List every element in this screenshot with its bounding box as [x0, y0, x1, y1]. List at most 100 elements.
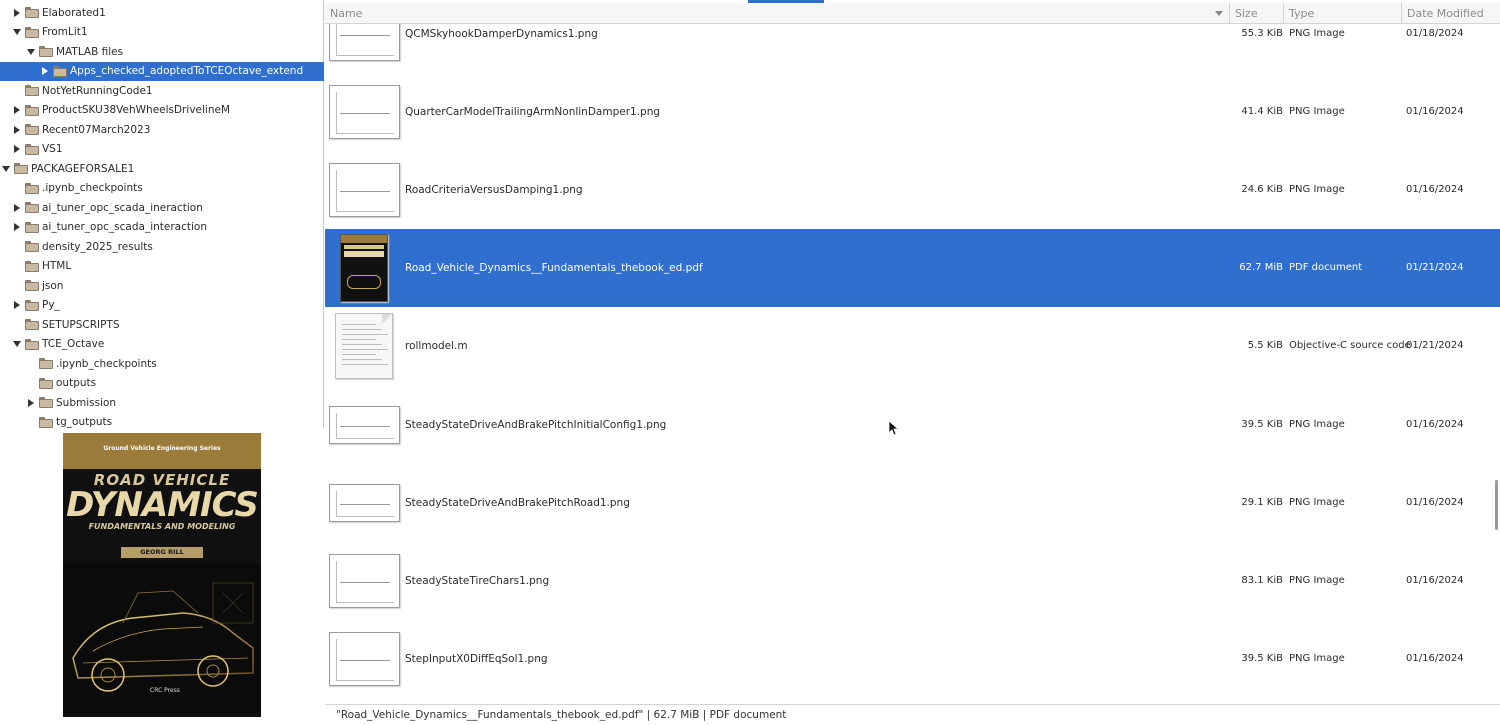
file-name: QuarterCarModelTrailingArmNonlinDamper1.… [405, 105, 661, 118]
tree-item[interactable]: SETUPSCRIPTS [0, 315, 324, 335]
file-size: 41.4 KiB [1241, 105, 1283, 117]
tree-item[interactable]: Submission [0, 393, 324, 413]
file-type: PNG Image [1289, 183, 1345, 195]
file-row[interactable]: StepInputX0DiffEqSol1.png 39.5 KiB PNG Ima… [325, 620, 1500, 698]
file-size: 5.5 KiB [1247, 340, 1283, 352]
expand-arrow-down-icon[interactable] [0, 163, 12, 175]
file-name: StepInputX0DiffEqSol1.png [405, 653, 548, 666]
file-date-modified: 01/16/2024 [1406, 496, 1464, 508]
vertical-scrollbar[interactable] [1495, 480, 1498, 530]
tree-item[interactable]: ProductSKU38VehWheelsDrivelineM [0, 101, 324, 121]
tree-item[interactable]: HTML [0, 257, 324, 277]
file-date-modified: 01/21/2024 [1406, 340, 1464, 352]
file-row[interactable]: SteadyStateTireChars1.png 83.1 KiB PNG Ima… [325, 542, 1500, 620]
file-list-pane: Name Size Type Date Modified QCMSkyhookD… [325, 0, 1500, 725]
file-size: 29.1 KiB [1241, 496, 1283, 508]
tree-item-label: .ipynb_checkpoints [42, 182, 143, 195]
file-row[interactable]: SteadyStateDriveAndBrakePitchRoad1.png 29… [325, 464, 1500, 542]
file-row[interactable]: Road_Vehicle_Dynamics__Fundamentals_theb… [325, 229, 1500, 308]
expand-arrow-right-icon[interactable] [11, 299, 23, 311]
file-size: 39.5 KiB [1241, 653, 1283, 665]
file-type: Objective-C source code [1289, 340, 1411, 352]
tree-item-label: VS1 [42, 143, 63, 156]
expand-arrow-right-icon[interactable] [39, 65, 51, 77]
book-cover-preview: Ground Vehicle Engineering Series ROAD V… [63, 433, 261, 717]
expand-arrow-right-icon[interactable] [11, 7, 23, 19]
source-file-icon [335, 313, 393, 380]
tree-item[interactable]: .ipynb_checkpoints [0, 354, 324, 374]
expand-arrow-right-icon[interactable] [11, 124, 23, 136]
tree-item[interactable]: TCE_Octave [0, 335, 324, 355]
folder-icon [25, 338, 39, 350]
tree-item-label: .ipynb_checkpoints [56, 357, 157, 370]
image-thumbnail-icon [329, 553, 400, 608]
tree-item[interactable]: json [0, 276, 324, 296]
tree-item[interactable]: tg_outputs [0, 413, 324, 428]
column-size[interactable]: Size [1230, 3, 1284, 24]
column-name-label: Name [330, 7, 363, 20]
tree-item[interactable]: Elaborated1 [0, 3, 324, 23]
tree-item[interactable]: Apps_checked_adoptedToTCEOctave_extend [0, 61, 324, 81]
file-type: PNG Image [1289, 27, 1345, 39]
file-row[interactable]: RoadCriteriaVersusDamping1.png 24.6 KiB PN… [325, 151, 1500, 229]
file-name: SteadyStateDriveAndBrakePitchInitialConf… [405, 418, 667, 431]
tree-item-label: outputs [56, 377, 97, 390]
tree-item[interactable]: PACKAGEFORSALE1 [0, 159, 324, 179]
tree-item[interactable]: outputs [0, 374, 324, 394]
folder-icon [39, 377, 53, 389]
tree-item-label: density_2025_results [42, 240, 153, 253]
tree-item-label: FromLit1 [42, 26, 88, 39]
image-thumbnail-icon [329, 405, 400, 444]
file-row[interactable]: QuarterCarModelTrailingArmNonlinDamper1.… [325, 73, 1500, 151]
file-type: PNG Image [1289, 496, 1345, 508]
tree-item[interactable]: VS1 [0, 140, 324, 160]
tree-item[interactable]: ai_tuner_opc_scada_ineraction [0, 198, 324, 218]
tree-item[interactable]: MATLAB files [0, 42, 324, 62]
cover-author: GEORG RILL [140, 548, 184, 556]
file-row[interactable]: rollmodel.m 5.5 KiB Objective-C source cod… [325, 307, 1500, 385]
folder-icon [25, 319, 39, 331]
folder-icon [39, 358, 53, 370]
file-type: PNG Image [1289, 574, 1345, 586]
file-date-modified: 01/18/2024 [1406, 27, 1464, 39]
image-thumbnail-icon [329, 162, 400, 217]
file-row[interactable]: QCMSkyhookDamperDynamics1.png 55.3 KiB PNG… [325, 24, 1500, 73]
column-size-label: Size [1235, 7, 1258, 20]
tree-item[interactable]: Recent07March2023 [0, 120, 324, 140]
cover-series-text: Ground Vehicle Engineering Series [103, 445, 221, 452]
tree-item[interactable]: Py_ [0, 296, 324, 316]
expand-arrow-right-icon[interactable] [11, 202, 23, 214]
column-header: Name Size Type Date Modified [325, 3, 1500, 24]
tree-item-label: Apps_checked_adoptedToTCEOctave_extend [70, 65, 304, 78]
expand-arrow-down-icon[interactable] [25, 46, 37, 58]
file-type: PNG Image [1289, 653, 1345, 665]
file-list[interactable]: QCMSkyhookDamperDynamics1.png 55.3 KiB PNG… [325, 24, 1500, 704]
folder-icon [25, 221, 39, 233]
expand-arrow-right-icon[interactable] [25, 397, 37, 409]
preview-panel: Ground Vehicle Engineering Series ROAD V… [0, 428, 324, 725]
tree-item[interactable]: FromLit1 [0, 23, 324, 43]
tree-item-label: TCE_Octave [42, 338, 105, 351]
tree-item[interactable]: .ipynb_checkpoints [0, 179, 324, 199]
expand-arrow-down-icon[interactable] [11, 26, 23, 38]
file-name: Road_Vehicle_Dynamics__Fundamentals_theb… [405, 262, 703, 275]
column-date-label: Date Modified [1407, 7, 1484, 20]
tree-item[interactable]: ai_tuner_opc_scada_interaction [0, 218, 324, 238]
column-date-modified[interactable]: Date Modified [1402, 3, 1500, 24]
file-row[interactable]: SteadyStateDriveAndBrakePitchInitialConf… [325, 386, 1500, 464]
expand-arrow-down-icon[interactable] [11, 338, 23, 350]
tree-item[interactable]: NotYetRunningCode1 [0, 81, 324, 101]
column-type[interactable]: Type [1284, 3, 1402, 24]
expand-arrow-right-icon[interactable] [11, 104, 23, 116]
folder-icon [25, 280, 39, 292]
folder-tree[interactable]: Elaborated1 FromLit1 MATLAB files Apps_chec… [0, 0, 324, 428]
tree-item[interactable]: density_2025_results [0, 237, 324, 257]
expand-arrow-right-icon[interactable] [11, 221, 23, 233]
sort-descending-icon [1215, 11, 1223, 16]
folder-icon [25, 124, 39, 136]
file-name: rollmodel.m [405, 340, 468, 353]
expand-arrow-right-icon[interactable] [11, 143, 23, 155]
tree-item-label: HTML [42, 260, 72, 273]
column-name[interactable]: Name [325, 3, 1230, 24]
folder-icon [39, 46, 53, 58]
